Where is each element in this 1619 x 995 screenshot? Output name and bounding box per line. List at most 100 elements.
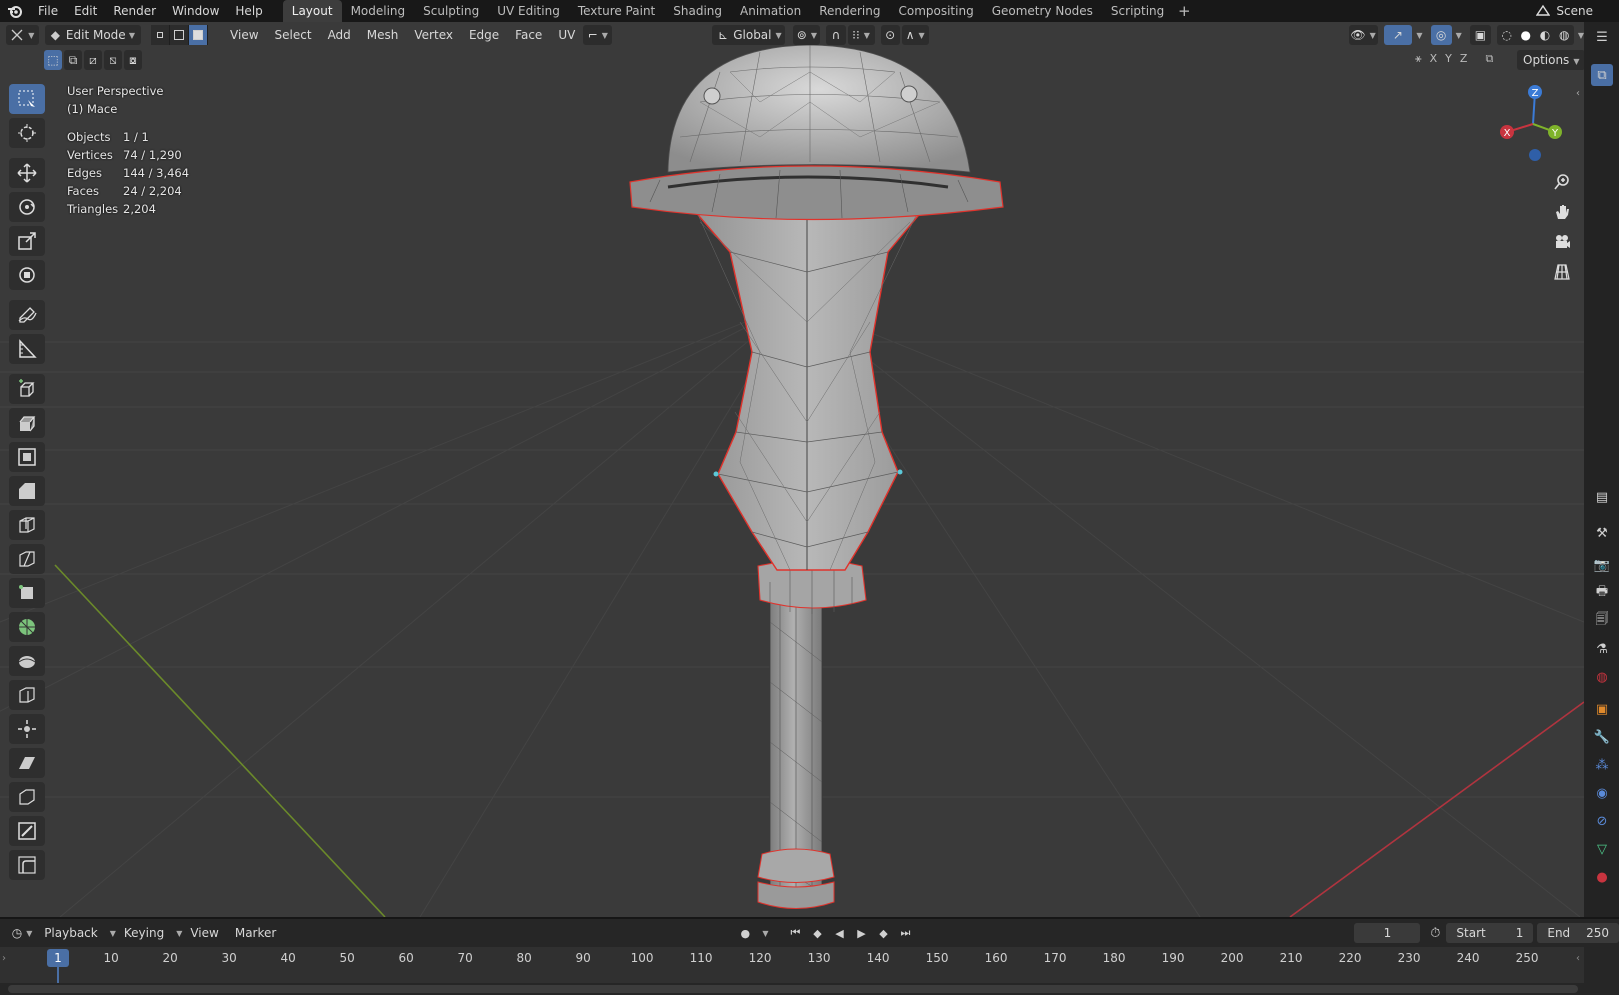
timeline-ruler[interactable]: 1 10 20 30 40 50 60 70 80 90 100 110 120 130 140 150 16… (0, 947, 1584, 983)
extrude-tool[interactable] (9, 408, 45, 438)
end-frame-field[interactable]: End 250 (1537, 923, 1619, 943)
menu-face[interactable]: Face (507, 25, 550, 45)
mirror-x-toggle[interactable]: X (1430, 52, 1438, 66)
menu-help[interactable]: Help (227, 0, 270, 22)
properties-header-icon[interactable]: ▤ (1591, 486, 1613, 508)
bevel-tool[interactable] (9, 476, 45, 506)
poly-build-tool[interactable] (9, 578, 45, 608)
menu-keying[interactable]: Keying (116, 923, 172, 943)
next-keyframe-button[interactable]: ◆ (874, 924, 892, 942)
tab-geometry-nodes[interactable]: Geometry Nodes (983, 0, 1102, 22)
overlay-dropdown-icon[interactable]: ▼ (1456, 31, 1462, 40)
inset-tool[interactable] (9, 442, 45, 472)
material-shading-icon[interactable]: ◐ (1540, 28, 1550, 42)
view-layer-icon[interactable]: 🗐 (1591, 610, 1613, 632)
knife-tool[interactable] (9, 544, 45, 574)
vertex-select-button[interactable] (151, 25, 171, 45)
uv-sync-button[interactable]: ⌐ ▼ (583, 25, 613, 45)
mirror-z-toggle[interactable]: Z (1460, 52, 1468, 66)
object-data-tool[interactable] (9, 816, 45, 846)
bend-tool[interactable] (9, 850, 45, 880)
transform-tool[interactable] (9, 260, 45, 290)
sidebar-toggle-icon[interactable]: ‹ (1576, 88, 1580, 99)
select-intersect-button[interactable]: ⧇ (124, 50, 142, 70)
prev-keyframe-button[interactable]: ◆ (808, 924, 826, 942)
select-box-tool[interactable] (9, 84, 45, 114)
tab-texture-paint[interactable]: Texture Paint (569, 0, 664, 22)
rip-region-tool[interactable] (9, 782, 45, 812)
options-dropdown[interactable]: Options ▼ (1517, 50, 1584, 70)
tab-layout[interactable]: Layout (282, 0, 342, 22)
add-cube-tool[interactable] (9, 374, 45, 404)
tab-rendering[interactable]: Rendering (810, 0, 889, 22)
world-properties-icon[interactable]: ◍ (1591, 666, 1613, 688)
pivot-point-button[interactable]: ⊚ ▼ (793, 25, 821, 45)
smooth-tool[interactable] (9, 646, 45, 676)
shear-tool[interactable] (9, 748, 45, 778)
wireframe-shading-icon[interactable]: ◌ (1501, 28, 1511, 42)
mirror-y-toggle[interactable]: Y (1445, 52, 1452, 66)
start-frame-field[interactable]: Start 1 (1446, 923, 1534, 943)
ortho-toggle-button[interactable] (1548, 258, 1576, 286)
move-tool[interactable] (9, 158, 45, 188)
tab-uv-editing[interactable]: UV Editing (488, 0, 569, 22)
stopwatch-icon[interactable]: ⏱ (1430, 926, 1440, 941)
auto-merge-icon[interactable]: ⧉ (1485, 52, 1493, 66)
select-extend-button[interactable]: ⧉ (64, 50, 82, 70)
xray-toggle[interactable]: ▣ (1469, 25, 1491, 45)
gizmo-dropdown-icon[interactable]: ▼ (1416, 31, 1422, 40)
scale-tool[interactable] (9, 226, 45, 256)
tab-modeling[interactable]: Modeling (342, 0, 415, 22)
menu-add[interactable]: Add (320, 25, 359, 45)
material-properties-icon[interactable]: ● (1591, 866, 1613, 888)
physics-properties-icon[interactable]: ◉ (1591, 782, 1613, 804)
menu-mesh[interactable]: Mesh (359, 25, 407, 45)
face-select-button[interactable] (189, 25, 209, 45)
edge-select-button[interactable] (170, 25, 190, 45)
auto-keying-button[interactable]: ● (736, 924, 754, 942)
navigation-gizmo[interactable]: Z X Y (1495, 82, 1575, 162)
timeline-editor-type-button[interactable]: ◷ ▼ (8, 923, 36, 943)
overlay-toggle[interactable]: ◎ (1430, 25, 1452, 45)
render-properties-icon[interactable]: 📷 (1591, 554, 1613, 576)
rotate-tool[interactable] (9, 192, 45, 222)
auto-key-dropdown-icon[interactable]: ▼ (762, 929, 768, 938)
loop-cut-tool[interactable] (9, 510, 45, 540)
transform-orientation-dropdown[interactable]: ⊾ Global ▼ (712, 25, 786, 45)
scene-selector[interactable]: Scene (1530, 0, 1619, 22)
annotate-tool[interactable] (9, 300, 45, 330)
visibility-button[interactable]: 👁 ▼ (1348, 25, 1378, 45)
solid-shading-icon[interactable]: ● (1521, 28, 1531, 42)
zoom-button[interactable] (1548, 168, 1576, 196)
menu-uv[interactable]: UV (550, 25, 583, 45)
pan-button[interactable] (1548, 198, 1576, 226)
jump-start-button[interactable]: ⏮ (786, 924, 804, 942)
output-properties-icon[interactable]: 🖶 (1591, 582, 1613, 604)
select-invert-button[interactable]: ⧅ (104, 50, 122, 70)
gizmo-toggle[interactable]: ↗ (1383, 25, 1413, 45)
timeline-left-arrow-icon[interactable]: › (2, 953, 6, 964)
current-frame-field[interactable]: 1 (1354, 923, 1421, 943)
tab-scripting[interactable]: Scripting (1102, 0, 1173, 22)
jump-end-button[interactable]: ⏭ (896, 924, 914, 942)
constraints-properties-icon[interactable]: ⊘ (1591, 810, 1613, 832)
play-reverse-button[interactable]: ◀ (830, 924, 848, 942)
outliner-icon[interactable]: ☰ (1591, 26, 1613, 48)
mode-selector[interactable]: ◆ Edit Mode ▼ (44, 25, 142, 45)
object-properties-icon[interactable]: ▣ (1591, 698, 1613, 720)
timeline-right-arrow-icon[interactable]: ‹ (1576, 953, 1580, 964)
menu-view[interactable]: View (222, 25, 266, 45)
proportional-edit-toggle[interactable]: ⊙ (880, 25, 900, 45)
select-subtract-button[interactable]: ⧄ (84, 50, 102, 70)
timeline-scrollbar[interactable] (8, 985, 1578, 993)
playhead-frame-indicator[interactable]: 1 (47, 949, 69, 967)
shrink-fatten-tool[interactable] (9, 714, 45, 744)
menu-playback[interactable]: Playback (36, 923, 106, 943)
menu-edit[interactable]: Edit (66, 0, 105, 22)
menu-select[interactable]: Select (267, 25, 320, 45)
gizmo-neg-z-axis[interactable] (1529, 149, 1541, 161)
tool-properties-icon[interactable]: ⚒ (1591, 522, 1613, 544)
mesh-data-properties-icon[interactable]: ▽ (1591, 838, 1613, 860)
snap-toggle[interactable]: ∩ (826, 25, 846, 45)
cursor-tool[interactable] (9, 118, 45, 148)
